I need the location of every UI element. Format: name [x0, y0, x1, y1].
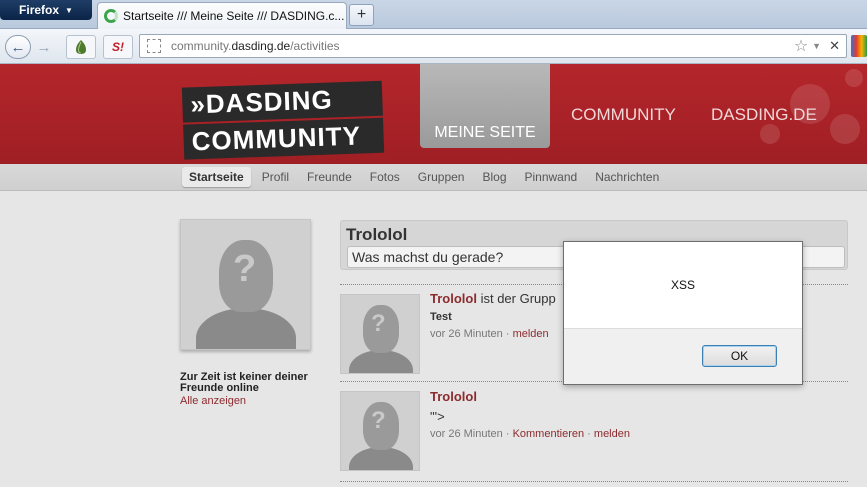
feed-avatar[interactable]: ?: [340, 294, 420, 374]
addon-icon[interactable]: [851, 35, 867, 57]
subnav-item-gruppen[interactable]: Gruppen: [411, 167, 472, 187]
feed-timestamp: vor 26 Minuten: [430, 428, 503, 440]
meta-separator: ·: [505, 328, 510, 340]
new-tab-button[interactable]: +: [349, 4, 374, 26]
question-mark-icon: ?: [233, 248, 257, 290]
alert-dialog: XSS OK: [563, 241, 803, 385]
show-all-link[interactable]: Alle anzeigen: [180, 395, 246, 407]
header-decoration: [845, 69, 863, 87]
site-header: »DASDING COMMUNITY MEINE SEITE COMMUNITY…: [0, 64, 867, 164]
header-decoration: [760, 124, 780, 144]
history-dropdown-icon[interactable]: ▼: [812, 41, 821, 51]
tab-favicon-icon: [104, 9, 118, 23]
feed-username-link[interactable]: Trololol: [430, 291, 477, 306]
header-decoration: [830, 114, 860, 144]
site-identity-icon[interactable]: [147, 39, 161, 53]
browser-navbar: ← → S! community.dasding.de/activities ☆…: [0, 29, 867, 64]
feed-timestamp: vor 26 Minuten: [430, 328, 503, 340]
feed-item-meta: vor 26 Minuten · Kommentieren · melden: [430, 428, 630, 440]
url-text[interactable]: community.dasding.de/activities: [171, 39, 794, 53]
report-link[interactable]: melden: [513, 328, 549, 340]
forward-button[interactable]: →: [34, 35, 54, 59]
subnav-item-blog[interactable]: Blog: [475, 167, 513, 187]
chevron-down-icon: ▼: [65, 5, 73, 15]
subnav-item-startseite[interactable]: Startseite: [182, 167, 251, 187]
status-username: Trololol: [346, 225, 408, 244]
sub-navigation: Startseite Profil Freunde Fotos Gruppen …: [0, 164, 867, 191]
nav-meine-seite[interactable]: MEINE SEITE: [420, 64, 550, 148]
ok-button[interactable]: OK: [702, 345, 777, 367]
avatar-body-shape: [349, 447, 413, 470]
tab-title: Startseite /// Meine Seite /// DASDING.c…: [123, 9, 345, 23]
avatar-body-shape: [349, 350, 413, 373]
logo-line-1: »DASDING: [181, 80, 383, 123]
feed-item-header: Trololol ist der Grupp: [430, 291, 556, 306]
question-mark-icon: ?: [371, 407, 386, 434]
feed-divider: [340, 481, 848, 482]
feed-avatar[interactable]: ?: [340, 391, 420, 471]
browser-tab-active[interactable]: Startseite /// Meine Seite /// DASDING.c…: [97, 2, 347, 29]
profile-avatar[interactable]: ?: [180, 219, 311, 350]
feed-item-meta: vor 26 Minuten · melden: [430, 328, 549, 340]
subnav-item-freunde[interactable]: Freunde: [300, 167, 359, 187]
nav-community[interactable]: COMMUNITY: [571, 105, 676, 125]
stop-icon[interactable]: ✕: [829, 38, 840, 54]
nav-dasding[interactable]: DASDING.DE: [711, 105, 817, 125]
feed-action-text: ist der Grupp: [480, 291, 556, 306]
feed-item-text: "'>: [430, 409, 445, 424]
feed-item-text: Test: [430, 311, 452, 323]
question-mark-icon: ?: [371, 310, 386, 337]
subnav-item-pinnwand[interactable]: Pinnwand: [518, 167, 585, 187]
meta-separator: ·: [587, 428, 591, 440]
feed-item-header: Trololol: [430, 389, 477, 404]
subnav-item-profil[interactable]: Profil: [255, 167, 296, 187]
browser-tabstrip: Firefox ▼ Startseite /// Meine Seite ///…: [0, 0, 867, 29]
subnav-item-nachrichten[interactable]: Nachrichten: [588, 167, 666, 187]
firefox-menu-button[interactable]: Firefox ▼: [0, 0, 92, 20]
firefox-menu-label: Firefox: [19, 3, 60, 17]
meta-separator: ·: [505, 428, 510, 440]
comment-link[interactable]: Kommentieren: [513, 428, 585, 440]
back-button[interactable]: ←: [5, 35, 31, 59]
address-bar[interactable]: community.dasding.de/activities ☆ ▼ ✕: [139, 34, 847, 58]
subnav-item-fotos[interactable]: Fotos: [363, 167, 407, 187]
feed-username-link[interactable]: Trololol: [430, 389, 477, 404]
avatar-body-shape: [196, 308, 296, 349]
alert-footer: OK: [564, 328, 802, 384]
friends-online-text: Zur Zeit ist keiner deiner Freunde onlin…: [180, 371, 308, 394]
addon-s-button[interactable]: S!: [103, 35, 133, 59]
report-link[interactable]: melden: [594, 428, 630, 440]
alert-message: XSS: [670, 278, 695, 292]
onion-addon-icon[interactable]: [66, 35, 96, 59]
logo-line-2: COMMUNITY: [183, 117, 385, 160]
bookmark-star-icon[interactable]: ☆: [794, 36, 808, 56]
dasding-community-logo[interactable]: »DASDING COMMUNITY: [181, 80, 394, 160]
